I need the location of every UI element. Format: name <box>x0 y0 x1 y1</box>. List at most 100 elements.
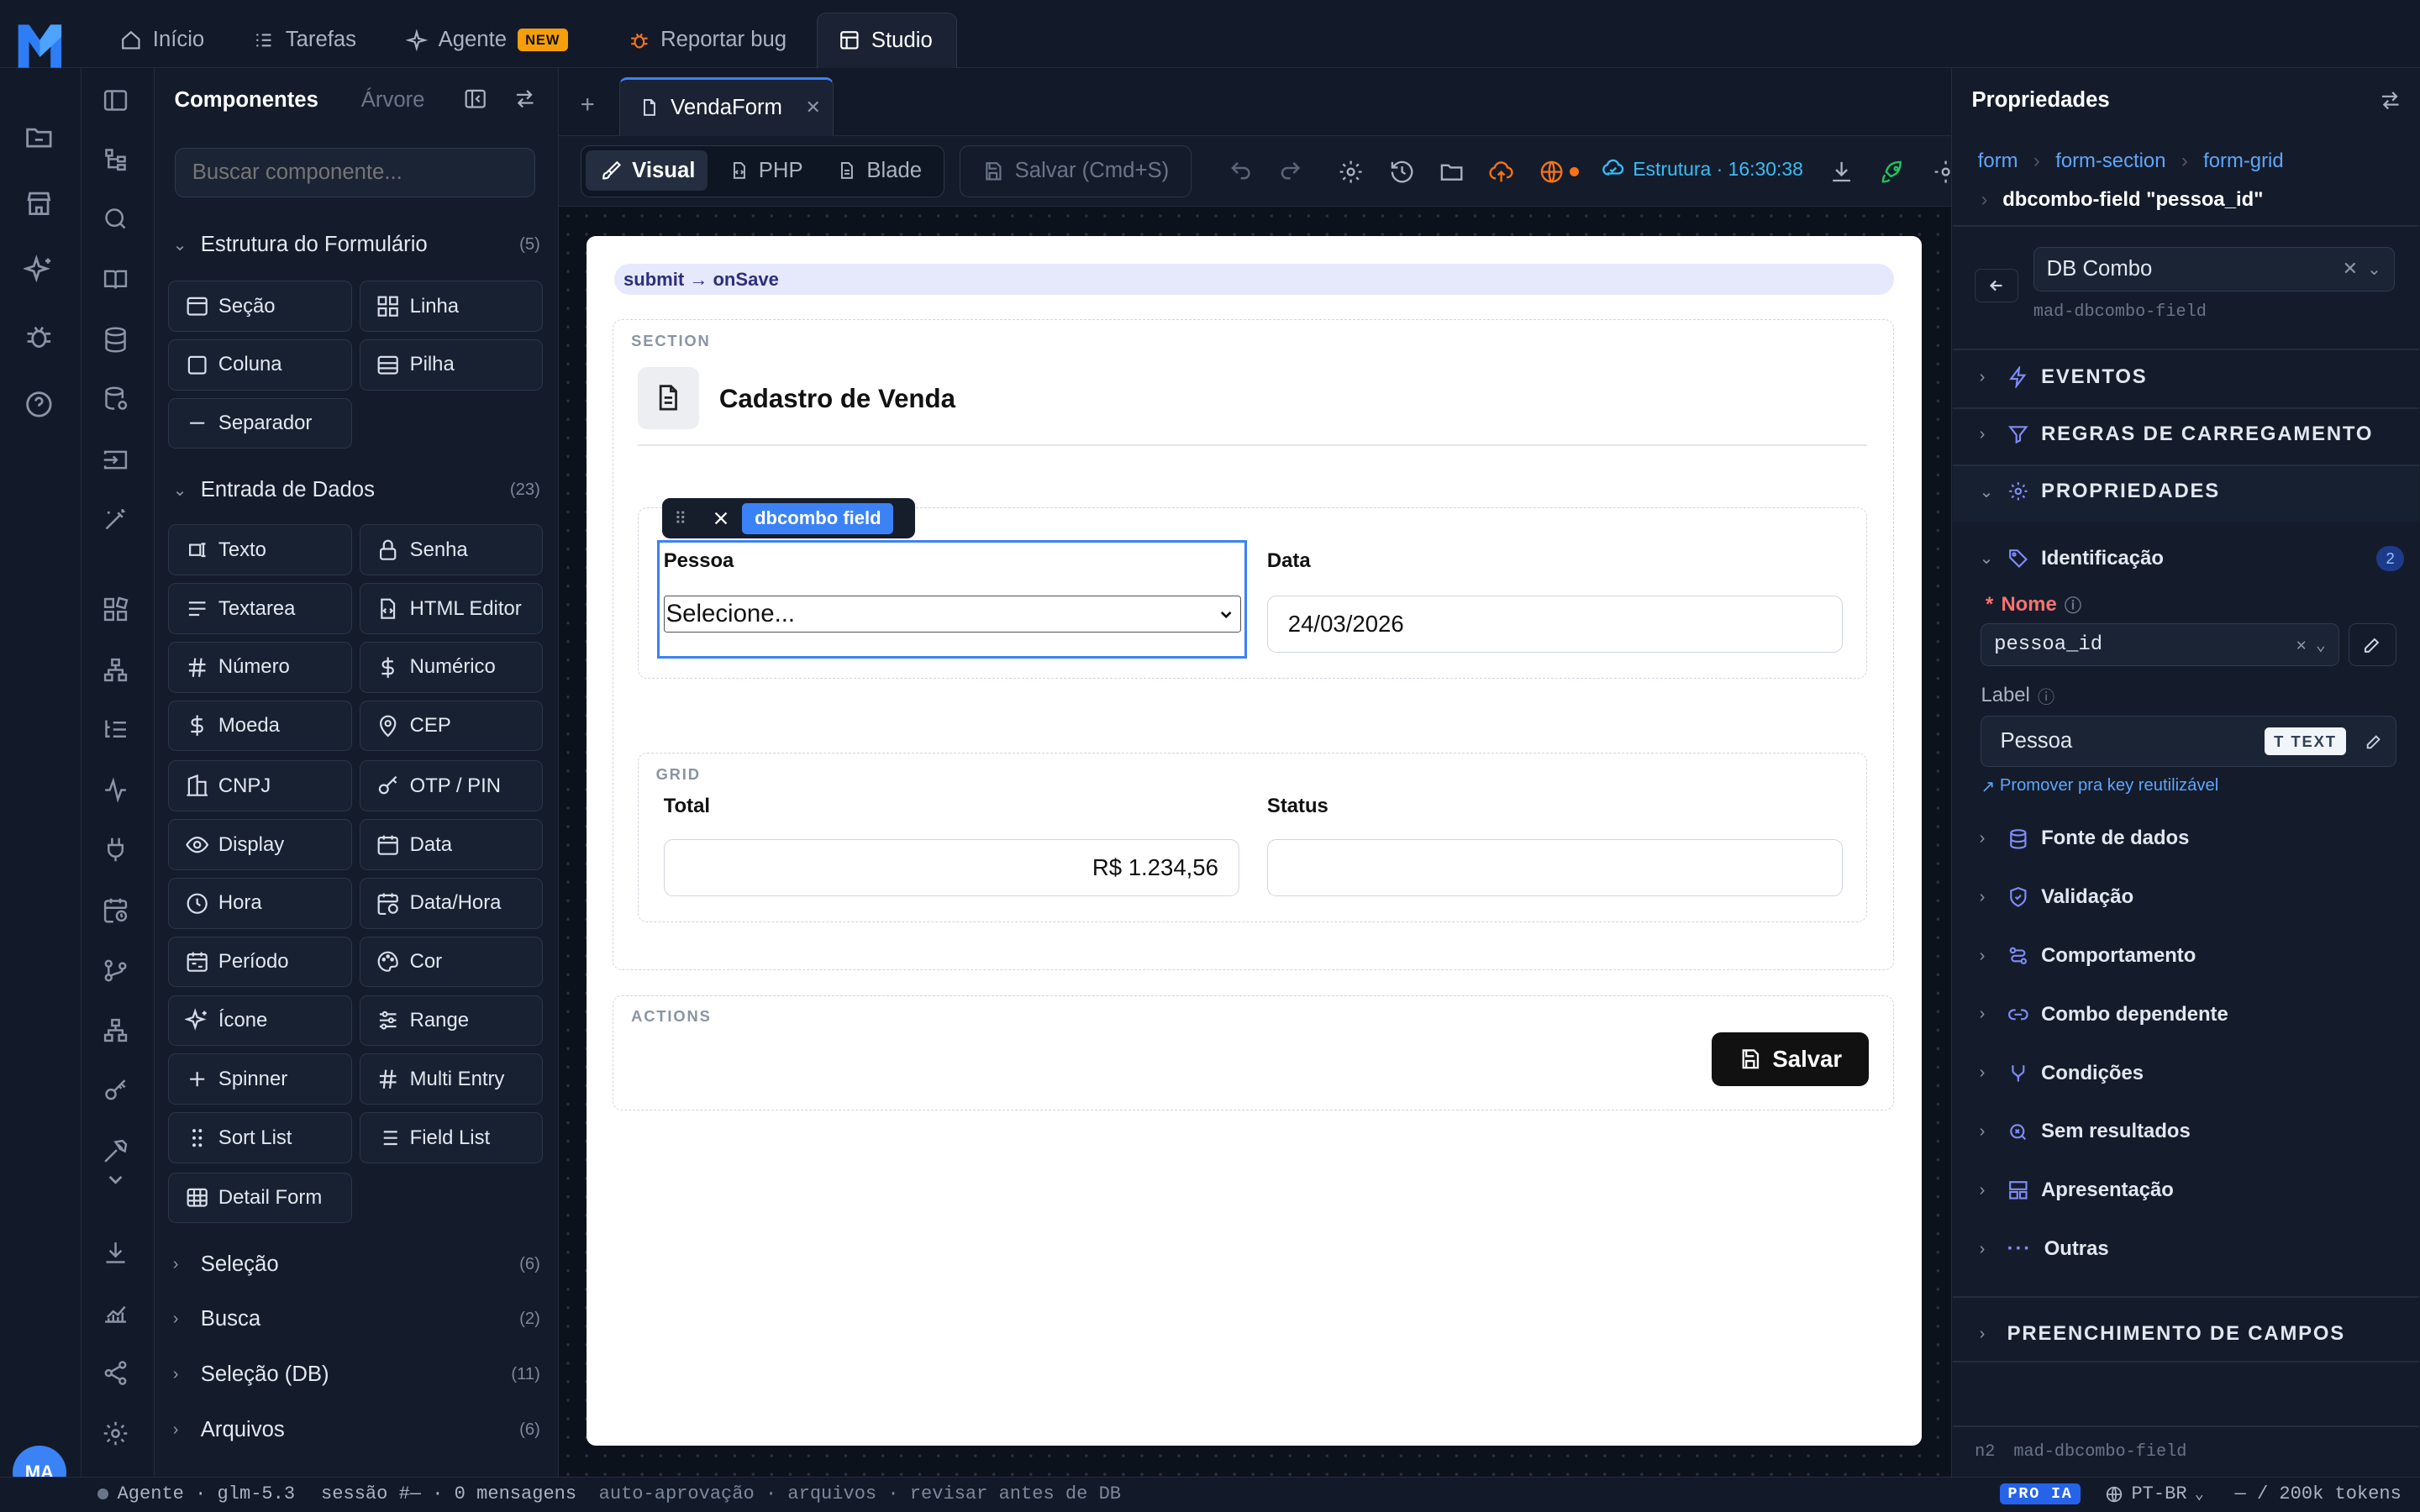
close-tab-icon[interactable]: ✕ <box>806 97 821 118</box>
bug-icon[interactable] <box>24 321 57 354</box>
chart-icon[interactable] <box>102 1299 133 1330</box>
upload-cloud-icon[interactable] <box>1488 159 1514 185</box>
panel-collapse-icon[interactable] <box>463 87 487 111</box>
edit-name-button[interactable] <box>2348 623 2396 667</box>
component-html-editor[interactable]: HTML Editor <box>359 583 544 634</box>
file-tab-vendaform[interactable]: VendaForm ✕ <box>618 76 834 136</box>
info-icon[interactable]: ⓘ <box>2065 592 2081 617</box>
component-periodo[interactable]: Período <box>168 936 352 988</box>
component-multi-entry[interactable]: Multi Entry <box>359 1053 544 1105</box>
component-moeda[interactable]: Moeda <box>168 700 352 752</box>
name-select[interactable]: pessoa_id ✕ ⌄ <box>1981 623 2339 667</box>
save-button[interactable]: Salvar (Cmd+S) <box>960 144 1192 198</box>
form-grid[interactable] <box>637 753 1868 923</box>
gear-icon[interactable] <box>102 1420 133 1451</box>
form-actions[interactable] <box>613 995 1894 1111</box>
blocks-icon[interactable] <box>102 596 133 627</box>
component-data[interactable]: Data <box>359 819 544 870</box>
subgroup-sem-resultados[interactable]: › Sem resultados <box>1980 1120 2404 1143</box>
group-regras-de-carregamento[interactable]: › REGRAS DE CARREGAMENTO <box>1980 423 2404 446</box>
share-icon[interactable] <box>102 1359 133 1390</box>
plan-badge[interactable]: PRO IA <box>2000 1483 2081 1504</box>
subgroup-outras[interactable]: › ··· Outras <box>1980 1237 2404 1261</box>
section-selecao[interactable]: › Seleção (6) <box>173 1252 540 1277</box>
back-button[interactable] <box>1975 268 2018 302</box>
tab-tarefas[interactable]: Tarefas <box>232 13 378 68</box>
tab-reportar-bug[interactable]: Reportar bug <box>607 13 808 68</box>
hierarchy-icon[interactable] <box>102 656 133 687</box>
component-range[interactable]: Range <box>359 995 544 1047</box>
component-cnpj[interactable]: CNPJ <box>168 760 352 812</box>
promote-link[interactable]: ↗ Promover pra key reutilizável <box>1981 776 2218 797</box>
subgroup-combo-dependente[interactable]: › Combo dependente <box>1980 1003 2404 1026</box>
database-settings-icon[interactable] <box>102 386 133 417</box>
group-preenchimento[interactable]: › PREENCHIMENTO DE CAMPOS <box>1980 1322 2404 1346</box>
breadcrumb-item[interactable]: form-section <box>2055 150 2165 173</box>
network-icon[interactable] <box>102 1016 133 1047</box>
component-secao[interactable]: Seção <box>168 281 352 332</box>
history-icon[interactable] <box>1389 159 1415 185</box>
mode-visual-button[interactable]: Visual <box>586 150 708 191</box>
component-hora[interactable]: Hora <box>168 878 352 929</box>
folder-icon[interactable] <box>1439 159 1465 185</box>
mode-blade-button[interactable]: Blade <box>837 150 922 191</box>
tab-agente[interactable]: Agente NEW <box>384 13 589 68</box>
search-icon[interactable] <box>102 205 133 236</box>
magic-wand-icon[interactable] <box>102 506 133 537</box>
store-icon[interactable] <box>24 188 57 222</box>
component-spinner[interactable]: Spinner <box>168 1053 352 1105</box>
tree-icon[interactable] <box>102 145 133 176</box>
component-display[interactable]: Display <box>168 819 352 870</box>
group-eventos[interactable]: › EVENTOS <box>1980 365 2404 389</box>
download-icon[interactable] <box>1828 159 1854 185</box>
list-tree-icon[interactable] <box>102 716 133 747</box>
activity-icon[interactable] <box>102 776 133 807</box>
component-texto[interactable]: Texto <box>168 524 352 576</box>
component-textarea[interactable]: Textarea <box>168 583 352 634</box>
component-numero[interactable]: Número <box>168 642 352 693</box>
data-input[interactable]: 24/03/2026 <box>1266 595 1843 653</box>
folder-icon[interactable] <box>24 122 57 155</box>
book-icon[interactable] <box>102 265 133 297</box>
component-otp-pin[interactable]: OTP / PIN <box>359 760 544 812</box>
component-search-input[interactable] <box>174 148 536 198</box>
total-input[interactable]: R$ 1.234,56 <box>663 839 1239 897</box>
label-input[interactable]: Pessoa T TEXT <box>1981 716 2396 767</box>
language-select[interactable]: PT-BR ⌄ <box>2105 1483 2204 1504</box>
subgroup-identificacao[interactable]: ⌄ Identificação 2 <box>1980 546 2404 571</box>
subgroup-comportamento[interactable]: › Comportamento <box>1980 944 2404 968</box>
swap-icon[interactable] <box>2378 88 2402 113</box>
clear-icon[interactable]: ✕ <box>2343 258 2358 280</box>
status-input[interactable] <box>1266 839 1843 897</box>
tab-componentes[interactable]: Componentes <box>175 88 318 113</box>
calendar-clock-icon[interactable] <box>102 896 133 927</box>
hammer-icon[interactable] <box>102 1137 133 1168</box>
key-icon[interactable] <box>102 1077 133 1108</box>
form-save-button[interactable]: Salvar <box>1711 1032 1870 1087</box>
component-separador[interactable]: Separador <box>168 397 352 449</box>
component-sort-list[interactable]: Sort List <box>168 1112 352 1163</box>
tab-inicio[interactable]: Início <box>99 13 226 68</box>
component-senha[interactable]: Senha <box>359 524 544 576</box>
git-branch-icon[interactable] <box>102 957 133 988</box>
add-tab-icon[interactable]: + <box>581 91 595 119</box>
pencil-icon[interactable] <box>2365 732 2383 751</box>
rocket-icon[interactable] <box>1880 159 1906 185</box>
tab-studio[interactable]: Studio <box>816 12 957 68</box>
more-tools-icon[interactable] <box>1933 159 1951 185</box>
import-icon[interactable] <box>102 446 133 477</box>
subgroup-validacao[interactable]: › Validação <box>1980 885 2404 909</box>
component-cep[interactable]: CEP <box>359 700 544 752</box>
component-field-list[interactable]: Field List <box>359 1112 544 1163</box>
close-icon[interactable] <box>699 509 742 528</box>
redo-icon[interactable] <box>1278 159 1302 183</box>
database-icon[interactable] <box>102 326 133 357</box>
sidebar-toggle-icon[interactable] <box>102 87 133 118</box>
undo-icon[interactable] <box>1228 159 1253 183</box>
help-icon[interactable] <box>24 389 57 423</box>
component-coluna[interactable]: Coluna <box>168 339 352 391</box>
mode-php-button[interactable]: PHP <box>729 150 803 191</box>
component-pilha[interactable]: Pilha <box>359 339 544 391</box>
subgroup-fonte-de-dados[interactable]: › Fonte de dados <box>1980 827 2404 850</box>
section-entrada-de-dados[interactable]: ⌄ Entrada de Dados (23) <box>173 478 540 502</box>
